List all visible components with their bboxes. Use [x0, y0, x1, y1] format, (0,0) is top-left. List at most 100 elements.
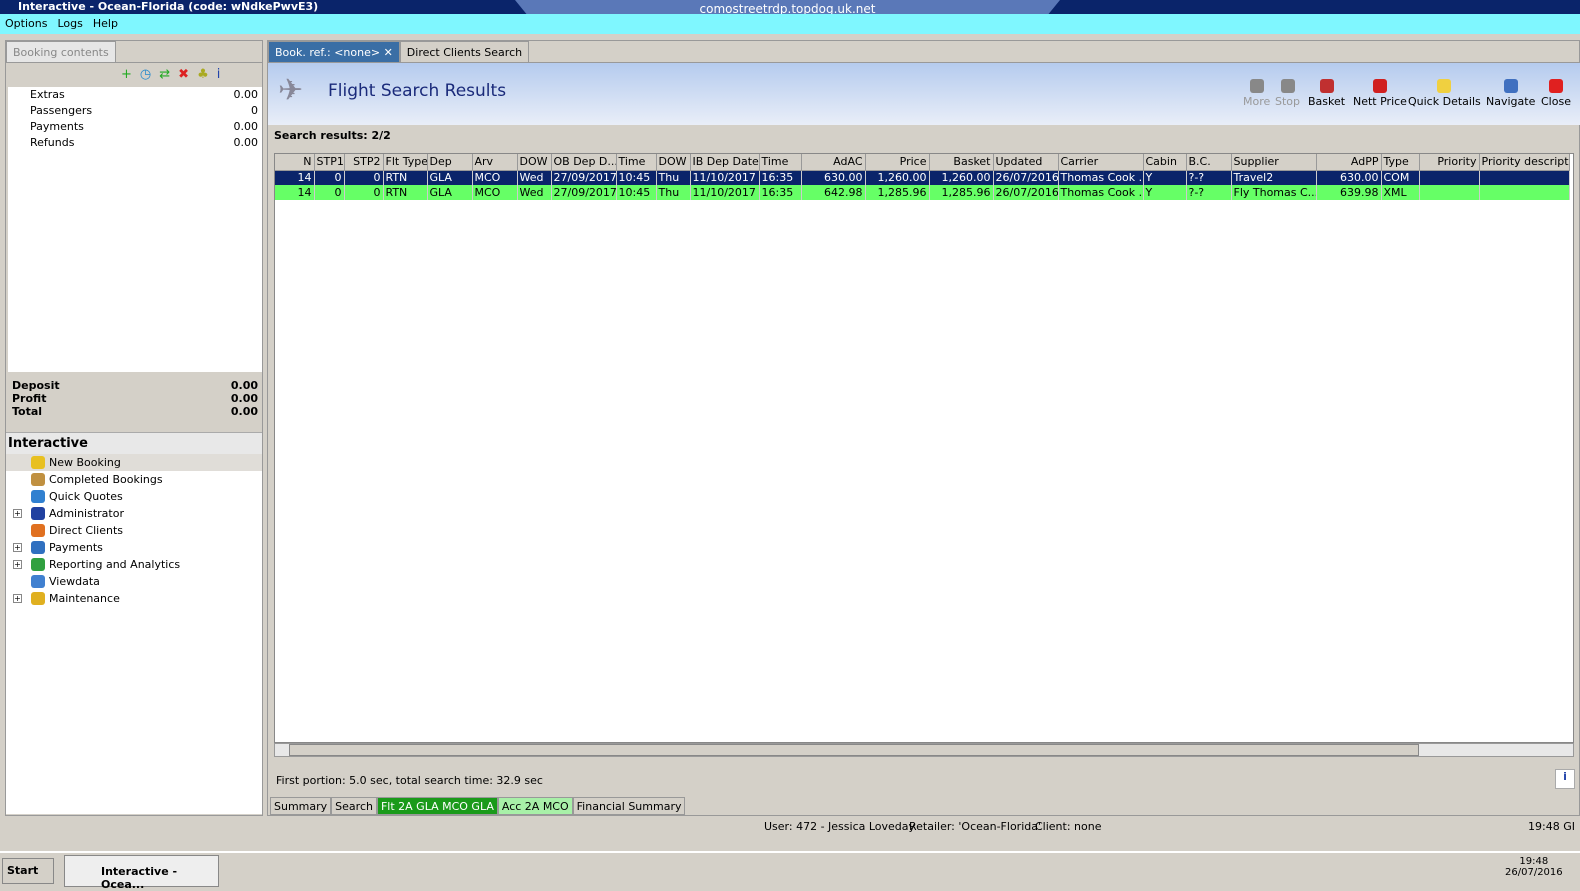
column-header[interactable]: Type: [1381, 154, 1420, 171]
column-header[interactable]: AdPP: [1316, 154, 1382, 171]
column-header[interactable]: Dep: [427, 154, 473, 171]
bottom-tab[interactable]: Acc 2A MCO: [497, 797, 573, 815]
column-header[interactable]: DOW: [517, 154, 552, 171]
column-header[interactable]: Time: [616, 154, 657, 171]
booking-toolbar[interactable]: +◷⇄✖♣i: [121, 67, 228, 82]
nav-item[interactable]: + Reporting and Analytics: [6, 556, 262, 573]
toolbar-navigate-button[interactable]: Navigate: [1486, 79, 1535, 108]
column-header[interactable]: Priority: [1419, 154, 1480, 171]
expand-icon[interactable]: +: [13, 560, 22, 569]
nav-item[interactable]: Quick Quotes: [6, 488, 262, 505]
interactive-nav: New Booking Completed Bookings Quick Quote…: [6, 454, 262, 814]
nav-item-label: Quick Quotes: [49, 490, 123, 503]
menu-help[interactable]: Help: [88, 14, 123, 33]
column-header[interactable]: B.C.: [1186, 154, 1232, 171]
bottom-tab[interactable]: Search: [331, 797, 377, 815]
toolbar-nett-price-button[interactable]: Nett Price: [1353, 79, 1407, 108]
table-cell: 16:35: [759, 185, 802, 200]
close-icon: [1548, 79, 1563, 93]
table-cell: [1479, 170, 1570, 185]
delete-icon: ✖: [178, 67, 198, 82]
toolbar-basket-button[interactable]: Basket: [1308, 79, 1345, 108]
column-header[interactable]: STP1: [314, 154, 345, 171]
table-cell: 26/07/2016: [993, 185, 1059, 200]
bottom-tab[interactable]: Financial Summary: [572, 797, 686, 815]
column-header[interactable]: Supplier: [1231, 154, 1317, 171]
table-row[interactable]: 14 0 0 RTN GLA MCO Wed 27/09/2017 10:45 Thu 11/10/…: [275, 185, 1570, 200]
column-header[interactable]: Flt Type: [383, 154, 428, 171]
column-header[interactable]: OB Dep D...: [551, 154, 617, 171]
column-header[interactable]: Time: [759, 154, 802, 171]
table-cell: 1,260.00: [865, 170, 930, 185]
table-cell: GLA: [427, 185, 473, 200]
column-header[interactable]: IB Dep Date: [690, 154, 760, 171]
taskbar-app-button[interactable]: Interactive - Ocea...: [64, 855, 219, 891]
table-cell: MCO: [472, 170, 518, 185]
column-header[interactable]: Arv: [472, 154, 518, 171]
column-header[interactable]: Carrier: [1058, 154, 1144, 171]
table-cell: ?-?: [1186, 185, 1232, 200]
search-results-count: Search results: 2/2: [274, 129, 391, 142]
info-icon: i: [216, 67, 229, 82]
table-cell: 10:45: [616, 185, 657, 200]
expand-icon[interactable]: +: [13, 543, 22, 552]
table-cell: 10:45: [616, 170, 657, 185]
column-header[interactable]: AdAC: [801, 154, 866, 171]
column-header[interactable]: Cabin: [1143, 154, 1187, 171]
table-cell: RTN: [383, 170, 428, 185]
booking-row: Payments 0.00: [8, 119, 262, 135]
column-header[interactable]: Priority description: [1479, 154, 1570, 171]
toolbar-stop-button[interactable]: Stop: [1275, 79, 1300, 108]
expand-icon[interactable]: +: [13, 594, 22, 603]
start-button[interactable]: Start: [2, 858, 54, 884]
expand-icon[interactable]: +: [13, 509, 22, 518]
info-icon[interactable]: i: [1555, 769, 1575, 789]
toolbar-quick-details-button[interactable]: Quick Details: [1408, 79, 1481, 108]
table-cell: 11/10/2017: [690, 170, 760, 185]
bottom-tab[interactable]: Flt 2A GLA MCO GLA: [376, 797, 498, 815]
table-cell: 14: [275, 185, 315, 200]
taskbar: Start Interactive - Ocea... 19:48 26/07/2…: [0, 851, 1580, 891]
tab-book-ref[interactable]: Book. ref.: <none> ✕: [268, 41, 400, 62]
add-icon: +: [121, 67, 140, 82]
tab-booking-contents[interactable]: Booking contents: [6, 41, 116, 62]
column-header[interactable]: STP2: [344, 154, 384, 171]
table-cell: 1,260.00: [929, 170, 994, 185]
column-header[interactable]: DOW: [656, 154, 691, 171]
table-row[interactable]: 14 0 0 RTN GLA MCO Wed 27/09/2017 10:45 Thu 11/10/…: [275, 170, 1570, 185]
toolbar-more-button[interactable]: More: [1243, 79, 1270, 108]
nav-item-icon: [31, 507, 45, 520]
nav-item-label: Completed Bookings: [49, 473, 163, 486]
nav-item[interactable]: Direct Clients: [6, 522, 262, 539]
menu-logs[interactable]: Logs: [52, 14, 87, 33]
nav-item-label: Payments: [49, 541, 103, 554]
column-header[interactable]: N: [275, 154, 315, 171]
row-label: Refunds: [30, 136, 75, 149]
nav-item[interactable]: Completed Bookings: [6, 471, 262, 488]
quick-details-icon: [1437, 79, 1452, 93]
table-cell: 0: [314, 170, 345, 185]
menu-options[interactable]: Options: [0, 14, 52, 33]
bottom-tab[interactable]: Summary: [270, 797, 332, 815]
flight-results-grid: N STP1 STP2 Flt Type Dep Arv DOW OB Dep D... Tim…: [274, 153, 1574, 743]
toolbar-close-button[interactable]: Close: [1541, 79, 1571, 108]
nav-item[interactable]: + Administrator: [6, 505, 262, 522]
left-panel: Booking contents +◷⇄✖♣i Extras 0.00 Passen…: [5, 40, 263, 816]
horizontal-scrollbar[interactable]: [274, 743, 1574, 757]
nav-item[interactable]: + Maintenance: [6, 590, 262, 607]
nav-item[interactable]: New Booking: [6, 454, 262, 471]
table-cell: Thomas Cook ...: [1058, 170, 1144, 185]
nav-item[interactable]: Viewdata: [6, 573, 262, 590]
total-row: Total 0.00: [12, 405, 258, 418]
table-cell: 11/10/2017: [690, 185, 760, 200]
nav-item-label: Direct Clients: [49, 524, 124, 537]
column-header[interactable]: Price: [865, 154, 930, 171]
table-cell: Y: [1143, 185, 1187, 200]
clock: 19:48 26/07/2016: [1505, 856, 1563, 878]
column-header[interactable]: Basket: [929, 154, 994, 171]
table-cell: COM: [1381, 170, 1420, 185]
interactive-title: Interactive: [8, 436, 88, 451]
column-header[interactable]: Updated: [993, 154, 1059, 171]
nav-item[interactable]: + Payments: [6, 539, 262, 556]
tab-direct-clients-search[interactable]: Direct Clients Search: [399, 41, 530, 62]
